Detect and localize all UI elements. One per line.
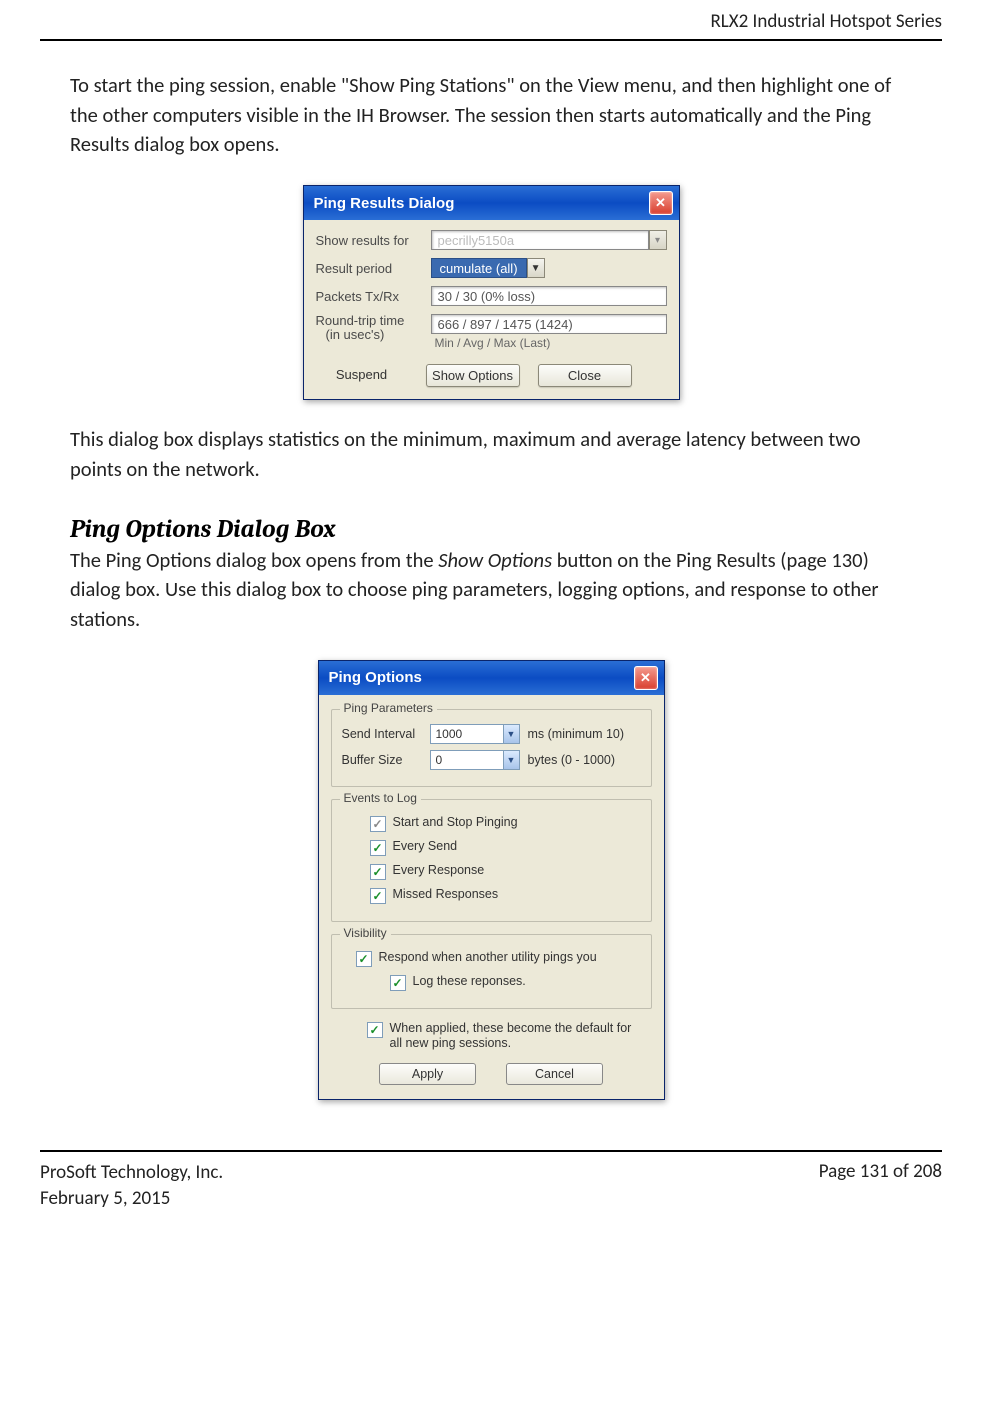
show-options-button[interactable]: Show Options xyxy=(426,364,520,387)
buffer-size-value: 0 xyxy=(430,750,503,770)
header-title: RLX2 Industrial Hotspot Series xyxy=(710,10,942,33)
send-interval-select[interactable]: 1000 ▼ xyxy=(430,724,520,744)
page-header: RLX2 Industrial Hotspot Series xyxy=(40,10,942,41)
every-send-label: Every Send xyxy=(393,839,458,853)
checkbox-log-these[interactable]: ✓ xyxy=(390,975,406,991)
ping-parameters-group: Ping Parameters Send Interval 1000 ▼ ms … xyxy=(331,709,652,787)
rtt-value: 666 / 897 / 1475 (1424) xyxy=(431,314,667,334)
footer-company: ProSoft Technology, Inc. xyxy=(40,1161,223,1184)
log-these-label: Log these reponses. xyxy=(413,974,526,988)
ping-options-dialog: Ping Options ✕ Ping Parameters Send Inte… xyxy=(318,660,665,1100)
checkbox-every-response[interactable]: ✓ xyxy=(370,864,386,880)
ping-options-title: Ping Options xyxy=(329,669,422,686)
result-period-value: cumulate (all) xyxy=(431,258,527,278)
send-interval-label: Send Interval xyxy=(342,727,422,741)
respond-label: Respond when another utility pings you xyxy=(379,950,597,964)
suspend-button[interactable]: Suspend xyxy=(316,364,408,387)
buffer-size-label: Buffer Size xyxy=(342,753,422,767)
dropdown-arrow-icon[interactable]: ▾ xyxy=(649,230,667,250)
result-period-label: Result period xyxy=(316,261,421,276)
section-paragraph: The Ping Options dialog box opens from t… xyxy=(70,546,912,635)
buffer-size-select[interactable]: 0 ▼ xyxy=(430,750,520,770)
checkbox-respond[interactable]: ✓ xyxy=(356,951,372,967)
visibility-group: Visibility ✓ Respond when another utilit… xyxy=(331,934,652,1009)
send-interval-value: 1000 xyxy=(430,724,503,744)
page-footer: ProSoft Technology, Inc. February 5, 201… xyxy=(40,1150,942,1213)
footer-date: February 5, 2015 xyxy=(40,1187,170,1210)
apply-button[interactable]: Apply xyxy=(379,1063,476,1085)
every-response-label: Every Response xyxy=(393,863,485,877)
events-to-log-legend: Events to Log xyxy=(340,791,421,805)
packets-label: Packets Tx/Rx xyxy=(316,289,421,304)
footer-page: Page 131 of 208 xyxy=(819,1160,942,1213)
visibility-legend: Visibility xyxy=(340,926,391,940)
close-icon[interactable]: ✕ xyxy=(649,191,673,215)
checkbox-start-stop[interactable]: ✓ xyxy=(370,816,386,832)
dropdown-arrow-icon[interactable]: ▼ xyxy=(503,724,520,744)
checkbox-every-send[interactable]: ✓ xyxy=(370,840,386,856)
ping-results-dialog: Ping Results Dialog ✕ Show results for p… xyxy=(303,185,680,400)
cancel-button[interactable]: Cancel xyxy=(506,1063,603,1085)
dropdown-arrow-icon[interactable]: ▼ xyxy=(503,750,520,770)
show-results-for-select[interactable]: pecrilly5150a xyxy=(431,230,649,250)
dropdown-arrow-icon[interactable]: ▼ xyxy=(527,258,545,278)
start-stop-label: Start and Stop Pinging xyxy=(393,815,518,829)
default-note: When applied, these become the default f… xyxy=(390,1021,646,1051)
show-results-for-label: Show results for xyxy=(316,233,421,248)
events-to-log-group: Events to Log ✓ Start and Stop Pinging ✓… xyxy=(331,799,652,922)
close-button[interactable]: Close xyxy=(538,364,632,387)
send-interval-suffix: ms (minimum 10) xyxy=(528,727,625,741)
buffer-size-suffix: bytes (0 - 1000) xyxy=(528,753,616,767)
intro-paragraph: To start the ping session, enable "Show … xyxy=(70,71,912,160)
rtt-label: Round-trip time (in usec's) xyxy=(316,314,421,343)
after-paragraph: This dialog box displays statistics on t… xyxy=(70,425,912,484)
section-heading: Ping Options Dialog Box xyxy=(70,515,942,544)
checkbox-missed[interactable]: ✓ xyxy=(370,888,386,904)
ping-results-titlebar: Ping Results Dialog ✕ xyxy=(304,186,679,220)
missed-label: Missed Responses xyxy=(393,887,499,901)
ping-options-titlebar: Ping Options ✕ xyxy=(319,661,664,695)
rtt-sub-value: Min / Avg / Max (Last) xyxy=(431,334,667,350)
ping-parameters-legend: Ping Parameters xyxy=(340,701,437,715)
ping-results-title: Ping Results Dialog xyxy=(314,195,455,212)
result-period-select[interactable]: cumulate (all) ▼ xyxy=(431,258,667,278)
packets-value: 30 / 30 (0% loss) xyxy=(431,286,667,306)
checkbox-default[interactable]: ✓ xyxy=(367,1022,383,1038)
close-icon[interactable]: ✕ xyxy=(634,666,658,690)
